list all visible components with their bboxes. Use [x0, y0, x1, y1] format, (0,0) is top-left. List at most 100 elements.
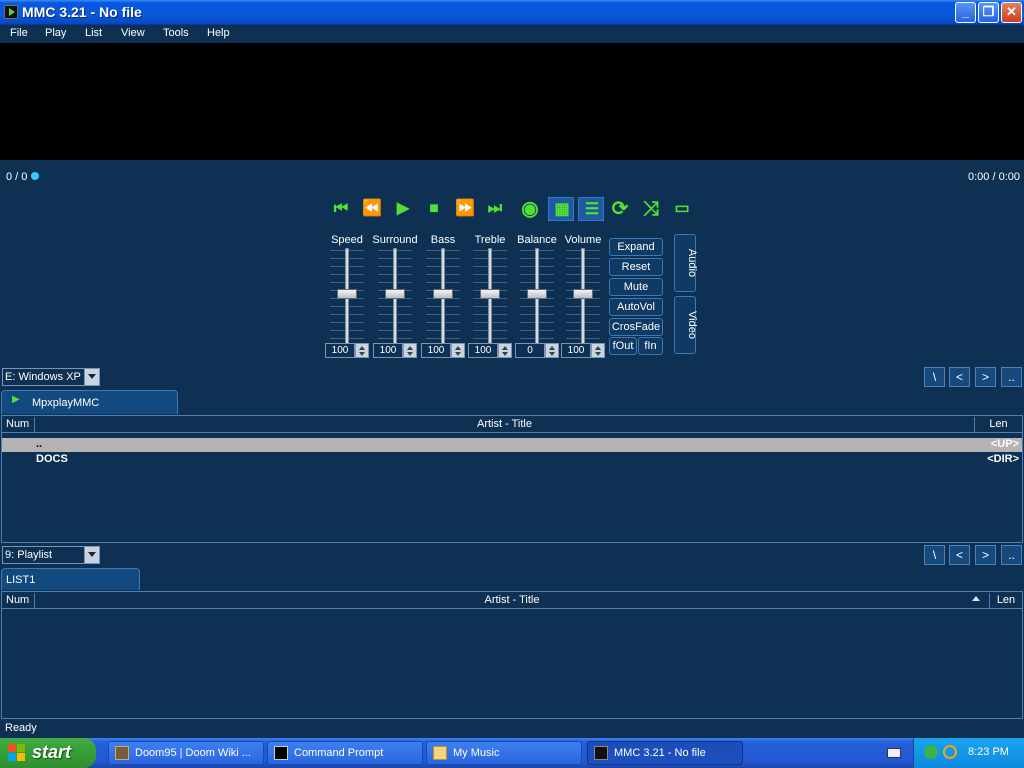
- playlist-icon: ☰: [584, 201, 600, 218]
- folder-icon: [433, 746, 447, 760]
- disc-icon: ◉: [521, 198, 539, 220]
- tab-list1[interactable]: LIST1: [1, 568, 140, 590]
- taskbar: start Doom95 | Doom Wiki ... Command Pro…: [0, 738, 1024, 768]
- stop-icon: ■: [429, 200, 439, 217]
- play-icon: ▶: [12, 394, 20, 405]
- disc-button[interactable]: ◉: [517, 197, 543, 221]
- list-item[interactable]: .. <UP>: [2, 438, 1022, 452]
- tab-video[interactable]: Video: [674, 296, 698, 354]
- spin-arrows-icon[interactable]: [545, 343, 559, 358]
- slider-thumb[interactable]: [433, 289, 453, 299]
- menu-play[interactable]: Play: [45, 27, 66, 39]
- playlist-selector-value: 9: Playlist: [5, 549, 53, 561]
- column-num[interactable]: Num: [2, 417, 34, 432]
- rewind-button[interactable]: ⏪: [359, 197, 385, 221]
- task-my-music[interactable]: My Music: [426, 741, 582, 765]
- keyboard-icon[interactable]: [887, 748, 901, 758]
- search-icon[interactable]: [943, 745, 957, 759]
- file-browser-list[interactable]: Num Artist - Title Len .. <UP> DOCS <DIR…: [1, 415, 1023, 543]
- parent-dir-button[interactable]: ..: [1001, 367, 1022, 387]
- next-track-button[interactable]: ⏭: [482, 197, 508, 221]
- column-len[interactable]: Len: [974, 417, 1022, 432]
- drive-selector[interactable]: E: Windows XP: [2, 368, 100, 386]
- bass-slider: Bass 100: [420, 234, 466, 360]
- column-len[interactable]: Len: [989, 593, 1022, 608]
- slider-value[interactable]: 0: [515, 343, 545, 358]
- mute-button[interactable]: Mute: [609, 278, 663, 296]
- video-display[interactable]: [0, 43, 1024, 160]
- minimize-button[interactable]: _: [955, 2, 976, 23]
- back-button[interactable]: <: [949, 367, 970, 387]
- equalizer-button[interactable]: ▦: [548, 197, 574, 221]
- parent-dir-button[interactable]: ..: [1001, 545, 1022, 565]
- chevron-down-icon[interactable]: [84, 369, 99, 385]
- slider-thumb[interactable]: [385, 289, 405, 299]
- slider-value[interactable]: 100: [421, 343, 451, 358]
- tab-audio-label: Audio: [686, 248, 699, 278]
- start-label: start: [32, 742, 72, 762]
- slider-thumb[interactable]: [337, 289, 357, 299]
- status-bar: Ready: [5, 722, 37, 734]
- menu-help[interactable]: Help: [207, 27, 230, 39]
- forward-button[interactable]: >: [975, 367, 996, 387]
- column-num[interactable]: Num: [2, 593, 34, 608]
- task-mmc[interactable]: MMC 3.21 - No file: [587, 741, 743, 765]
- playlist-selector[interactable]: 9: Playlist: [2, 546, 100, 564]
- root-dir-button[interactable]: \: [924, 367, 945, 387]
- network-icon[interactable]: [924, 745, 938, 759]
- column-artist-title[interactable]: Artist - Title: [34, 417, 974, 432]
- slider-thumb[interactable]: [573, 289, 593, 299]
- fade-out-button[interactable]: fOut: [609, 337, 637, 355]
- root-dir-button[interactable]: \: [924, 545, 945, 565]
- spin-arrows-icon[interactable]: [498, 343, 512, 358]
- menu-file[interactable]: File: [10, 27, 28, 39]
- prev-track-button[interactable]: ⏮: [328, 197, 354, 221]
- repeat-button[interactable]: ⟳: [607, 197, 633, 221]
- back-button[interactable]: <: [949, 545, 970, 565]
- time-display: 0:00 / 0:00: [968, 171, 1020, 183]
- slider-value[interactable]: 100: [325, 343, 355, 358]
- chevron-down-icon[interactable]: [84, 547, 99, 563]
- column-artist-title[interactable]: Artist - Title: [34, 593, 989, 608]
- autovol-button[interactable]: AutoVol: [609, 298, 663, 316]
- tab-mpxplaymmc[interactable]: ▶ MpxplayMMC: [1, 390, 178, 414]
- spin-arrows-icon[interactable]: [403, 343, 417, 358]
- close-button[interactable]: ✕: [1001, 2, 1022, 23]
- title-bar[interactable]: MMC 3.21 - No file _ ❐ ✕: [0, 0, 1024, 25]
- slider-value[interactable]: 100: [468, 343, 498, 358]
- window-title: MMC 3.21 - No file: [22, 4, 142, 20]
- spin-arrows-icon[interactable]: [451, 343, 465, 358]
- list-item[interactable]: DOCS <DIR>: [2, 453, 1022, 467]
- expand-button[interactable]: Expand: [609, 238, 663, 256]
- forward-button[interactable]: >: [975, 545, 996, 565]
- rewind-icon: ⏪: [362, 200, 382, 217]
- tab-audio[interactable]: Audio: [674, 234, 699, 292]
- playlist-toggle-button[interactable]: ☰: [578, 197, 604, 221]
- play-button[interactable]: ▶: [390, 197, 416, 221]
- fast-forward-button[interactable]: ⏩: [452, 197, 478, 221]
- crossfade-button[interactable]: CrosFade: [609, 318, 663, 336]
- slider-thumb[interactable]: [527, 289, 547, 299]
- slider-thumb[interactable]: [480, 289, 500, 299]
- prev-track-icon: ⏮: [333, 200, 349, 217]
- reset-button[interactable]: Reset: [609, 258, 663, 276]
- slider-value[interactable]: 100: [373, 343, 403, 358]
- spin-arrows-icon[interactable]: [355, 343, 369, 358]
- menu-view[interactable]: View: [121, 27, 145, 39]
- display-button[interactable]: ▭: [669, 197, 695, 221]
- maximize-button[interactable]: ❐: [978, 2, 999, 23]
- menu-list[interactable]: List: [85, 27, 102, 39]
- task-doom95[interactable]: Doom95 | Doom Wiki ...: [108, 741, 264, 765]
- command-prompt-icon: [274, 746, 288, 760]
- shuffle-button[interactable]: ⤨: [638, 197, 664, 221]
- menu-tools[interactable]: Tools: [163, 27, 189, 39]
- spin-arrows-icon[interactable]: [591, 343, 605, 358]
- seek-slider-handle[interactable]: [31, 172, 39, 180]
- slider-value[interactable]: 100: [561, 343, 591, 358]
- start-button[interactable]: start: [0, 738, 96, 768]
- playlist-list[interactable]: Num Artist - Title Len: [1, 591, 1023, 719]
- task-command-prompt[interactable]: Command Prompt: [267, 741, 423, 765]
- stop-button[interactable]: ■: [421, 197, 447, 221]
- fade-in-button[interactable]: fIn: [638, 337, 663, 355]
- clock: 8:23 PM: [968, 746, 1009, 758]
